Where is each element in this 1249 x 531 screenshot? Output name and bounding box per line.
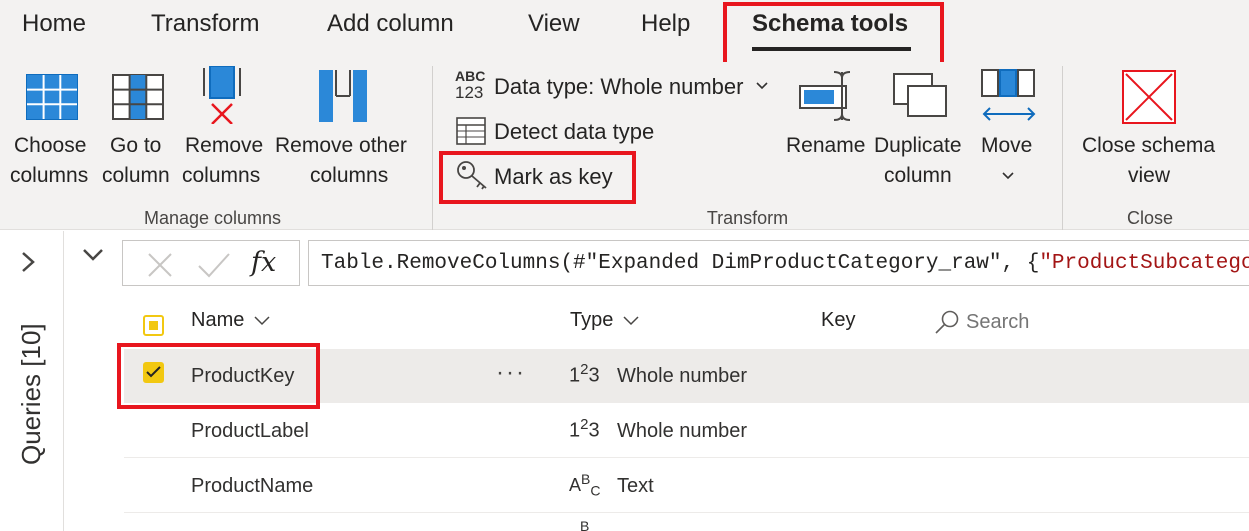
- remove-other-columns-label-line2: columns: [310, 164, 389, 187]
- remove-columns-button[interactable]: Remove columns: [180, 62, 272, 202]
- detect-data-type-label: Detect data type: [494, 119, 655, 144]
- choose-columns-button[interactable]: Choose columns: [0, 62, 108, 202]
- whole-number-type-icon: 123: [569, 361, 600, 387]
- mark-as-key-button[interactable]: Mark as key: [452, 158, 632, 194]
- tab-home[interactable]: Home: [22, 10, 86, 38]
- close-schema-view-button[interactable]: Close schema view: [1072, 62, 1228, 202]
- detect-data-type-button[interactable]: Detect data type: [452, 113, 682, 149]
- transform-group-label: Transform: [706, 208, 789, 228]
- row-checkbox[interactable]: [143, 362, 164, 383]
- data-type-icon-bottom: 123: [455, 83, 484, 102]
- rename-label: Rename: [786, 134, 866, 157]
- chevron-down-icon: [254, 316, 270, 326]
- queries-pane-title[interactable]: Queries [10]: [16, 323, 47, 465]
- remove-columns-label-line2: columns: [182, 164, 261, 187]
- go-to-column-icon: [112, 74, 164, 120]
- move-icon: [981, 69, 1036, 121]
- formula-text-code: Table.RemoveColumns(#"Expanded DimProduc…: [321, 252, 1040, 275]
- fx-icon[interactable]: fx: [251, 247, 276, 278]
- data-type-label: Data type: Whole number: [494, 74, 744, 99]
- tab-help[interactable]: Help: [641, 10, 690, 38]
- column-name: ProductLabel: [191, 420, 309, 442]
- text-type-icon: B: [580, 518, 590, 531]
- column-type: Whole number: [617, 365, 748, 387]
- select-all-checkbox[interactable]: [143, 315, 164, 336]
- tab-schema-tools[interactable]: Schema tools: [752, 10, 908, 38]
- duplicate-column-icon: [893, 73, 947, 117]
- mark-as-key-label: Mark as key: [494, 164, 613, 189]
- check-icon: [146, 366, 161, 378]
- choose-columns-label-line2: columns: [10, 164, 89, 187]
- remove-other-columns-icon: [319, 70, 367, 122]
- search-icon: [935, 310, 959, 334]
- close-schema-view-label-line2: view: [1128, 164, 1171, 187]
- type-header-label: Type: [570, 309, 614, 331]
- cancel-formula-icon[interactable]: [147, 252, 173, 278]
- rename-button[interactable]: Rename: [782, 62, 872, 202]
- choose-columns-label-line1: Choose: [14, 134, 87, 157]
- data-type-dropdown[interactable]: ABC 123 Data type: Whole number: [452, 68, 782, 104]
- manage-columns-group-label: Manage columns: [143, 208, 282, 228]
- column-name: ProductName: [191, 475, 314, 497]
- go-to-column-label-line1: Go to: [110, 134, 162, 157]
- column-type: Text: [617, 475, 654, 497]
- ribbon-separator: [432, 66, 433, 230]
- name-column-header[interactable]: Name: [191, 309, 270, 332]
- search-input[interactable]: [966, 308, 1166, 336]
- choose-columns-icon: [26, 74, 78, 120]
- data-type-icon-top: ABC: [455, 68, 486, 84]
- more-options-button[interactable]: ···: [496, 359, 526, 387]
- tab-view[interactable]: View: [528, 10, 580, 38]
- move-label: Move: [981, 134, 1033, 157]
- ribbon-tab-bar: Home Transform Add column View Help Sche…: [0, 0, 1249, 62]
- column-name: ProductKey: [191, 365, 295, 387]
- formula-bar-expand-icon[interactable]: [82, 248, 104, 262]
- remove-columns-label-line1: Remove: [185, 134, 264, 157]
- commit-formula-icon[interactable]: [197, 252, 231, 278]
- rename-icon: [799, 71, 851, 121]
- text-type-icon: ABC: [569, 471, 601, 499]
- name-header-label: Name: [191, 309, 245, 331]
- formula-actions: fx: [122, 240, 300, 286]
- remove-other-columns-button[interactable]: Remove other columns: [272, 62, 420, 202]
- chevron-down-icon: [756, 82, 768, 90]
- chevron-down-icon: [623, 316, 639, 326]
- table-row[interactable]: ProductName ABC Text: [124, 459, 1249, 513]
- detect-data-type-icon: [456, 117, 486, 145]
- whole-number-type-icon: 123: [569, 416, 600, 442]
- duplicate-column-button[interactable]: Duplicate column: [872, 62, 970, 202]
- duplicate-column-label-line1: Duplicate: [874, 134, 962, 157]
- go-to-column-label-line2: column: [102, 164, 170, 187]
- tab-transform[interactable]: Transform: [151, 10, 259, 38]
- move-chevron-down-icon: [1002, 172, 1014, 180]
- go-to-column-button[interactable]: Go to column: [100, 62, 180, 202]
- key-icon: [457, 161, 487, 190]
- table-row[interactable]: ProductKey ··· 123 Whole number: [124, 349, 1249, 403]
- remove-columns-icon: [203, 66, 241, 124]
- column-type: Whole number: [617, 420, 748, 442]
- tab-add-column[interactable]: Add column: [327, 10, 454, 38]
- key-column-header: Key: [821, 309, 856, 331]
- type-column-header[interactable]: Type: [570, 309, 639, 332]
- move-button[interactable]: Move: [970, 62, 1050, 202]
- close-group-label: Close: [1126, 208, 1174, 228]
- close-icon: [1122, 70, 1176, 124]
- formula-text-string: "ProductSubcategory: [1039, 252, 1249, 275]
- duplicate-column-label-line2: column: [884, 164, 952, 187]
- table-row[interactable]: ProductLabel 123 Whole number: [124, 404, 1249, 458]
- formula-input[interactable]: Table.RemoveColumns(#"Expanded DimProduc…: [308, 240, 1249, 286]
- remove-other-columns-label-line1: Remove other: [275, 134, 407, 157]
- ribbon: Choose columns Go to column Remove colum…: [0, 62, 1249, 230]
- active-tab-indicator: [752, 47, 911, 51]
- chevron-right-icon[interactable]: [20, 251, 36, 273]
- close-schema-view-label-line1: Close schema: [1082, 134, 1216, 157]
- ribbon-separator-2: [1062, 66, 1063, 230]
- formula-text: Table.RemoveColumns(#"Expanded DimProduc…: [321, 252, 1249, 275]
